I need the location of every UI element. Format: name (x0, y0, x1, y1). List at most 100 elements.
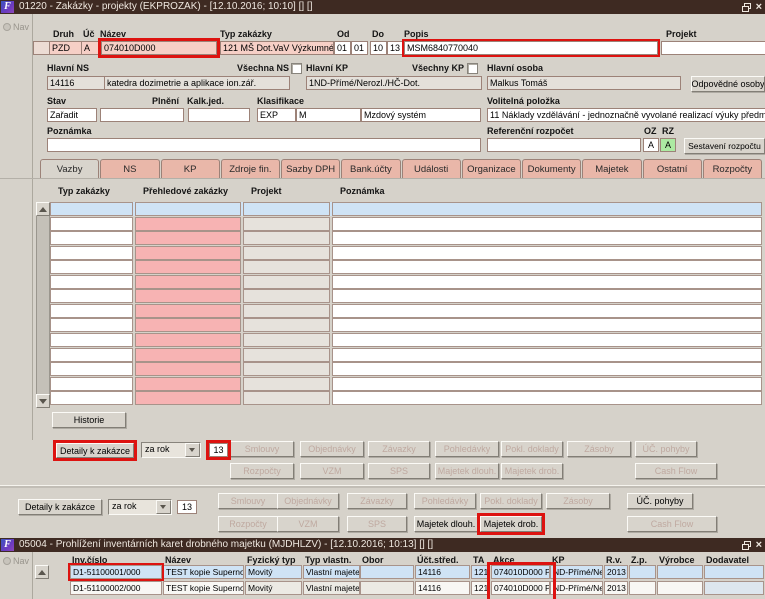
grid1-row-2-cell-1[interactable] (135, 231, 241, 245)
grid1-row-10-cell-1[interactable] (135, 348, 241, 362)
do-field-1[interactable]: 10 (370, 41, 387, 55)
grid1-row-7-cell-1[interactable] (135, 304, 241, 318)
grid1-row-10-cell-2[interactable] (243, 348, 330, 362)
uc-field[interactable]: A (81, 41, 99, 55)
klasifikace-code-field[interactable]: EXP (257, 108, 296, 122)
poznamka-field[interactable] (47, 138, 481, 152)
grid1-row-1-cell-1[interactable] (135, 217, 241, 231)
grid2-row-0-cell-8[interactable]: ND-Přímé/Ne (550, 565, 603, 579)
grid2-row-1-cell-6[interactable]: 121 (471, 581, 490, 595)
historie-button[interactable]: Historie (52, 412, 126, 428)
grid1-row-4-cell-1[interactable] (135, 260, 241, 274)
panel2-button-pohyby[interactable]: ÚČ. pohyby (627, 493, 693, 509)
nazev-field[interactable]: 074010D000 (101, 41, 217, 55)
rz-field[interactable]: A (660, 138, 676, 152)
restore-icon[interactable] (742, 3, 751, 12)
tab-organizace[interactable]: Organizace (462, 159, 521, 178)
grid1-row-8-cell-2[interactable] (243, 318, 330, 332)
grid2-row-0-cell-0[interactable]: D1-51100001/000 (70, 565, 162, 579)
grid1-row-3-cell-2[interactable] (243, 246, 330, 260)
panel2-button-majetek-drob[interactable]: Majetek drob. (480, 516, 542, 532)
close-icon[interactable]: × (756, 2, 762, 12)
tab-kp[interactable]: KP (161, 159, 220, 178)
hlavni-ns-code-field[interactable]: 14116 (47, 76, 105, 90)
grid2-row-1-cell-0[interactable]: D1-51100002/000 (70, 581, 162, 595)
tab-ud-losti[interactable]: Události (402, 159, 461, 178)
grid1-row-2-cell-3[interactable] (332, 231, 762, 245)
grid1-row-1-cell-2[interactable] (243, 217, 330, 231)
period-select-1[interactable]: za rok (141, 442, 201, 458)
do-field-2[interactable]: 13 (387, 41, 404, 55)
restore-icon[interactable] (742, 541, 751, 550)
grid2-row-1-cell-8[interactable]: ND-Přímé/Ne (550, 581, 603, 595)
grid2-row-1-cell-7[interactable]: 074010D000 P (491, 581, 550, 595)
vsechna-ns-checkbox[interactable] (291, 63, 302, 74)
grid2-row-1-cell-9[interactable]: 2013 (604, 581, 628, 595)
volitelna-polozka-field[interactable]: 11 Náklady vzdělávání - jednoznačně vyvo… (487, 108, 765, 122)
tab-sazby-dph[interactable]: Sazby DPH (281, 159, 340, 178)
detaily-k-zakazce-button-2[interactable]: Detaily k zakázce (18, 499, 102, 515)
tab-zdroje-fin[interactable]: Zdroje fin. (221, 159, 280, 178)
grid2-row-0-cell-6[interactable]: 121 (471, 565, 490, 579)
kalk-jed-field[interactable] (188, 108, 250, 122)
grid1-row-4-cell-3[interactable] (332, 260, 762, 274)
window1-nav[interactable]: Nav (3, 22, 29, 32)
tab-ns[interactable]: NS (100, 159, 159, 178)
grid1-row-11-cell-3[interactable] (332, 362, 762, 376)
grid1-row-10-cell-0[interactable] (50, 348, 133, 362)
grid2-row-1-cell-11[interactable] (657, 581, 703, 595)
panel2-button-majetek-dlouh[interactable]: Majetek dlouh. (414, 516, 478, 532)
hlavni-osoba-field[interactable]: Malkus Tomáš (487, 76, 681, 90)
grid1-row-6-cell-3[interactable] (332, 289, 762, 303)
grid2-row-1-cell-2[interactable]: Movitý (245, 581, 302, 595)
klasifikace-m-field[interactable]: M (296, 108, 361, 122)
grid1-row-0-cell-3[interactable] (332, 202, 762, 216)
grid1-row-8-cell-3[interactable] (332, 318, 762, 332)
od-field-1[interactable]: 01 (334, 41, 351, 55)
count-field-2[interactable]: 13 (177, 500, 197, 514)
grid1-row-12-cell-0[interactable] (50, 377, 133, 391)
grid1-row-11-cell-0[interactable] (50, 362, 133, 376)
grid2-row-1-cell-12[interactable] (704, 581, 764, 595)
grid2-scroll-up[interactable] (35, 565, 49, 579)
grid1-row-9-cell-3[interactable] (332, 333, 762, 347)
grid1-row-5-cell-0[interactable] (50, 275, 133, 289)
sestaveni-rozpoctu-button[interactable]: Sestavení rozpočtu (684, 138, 765, 154)
grid1-row-9-cell-0[interactable] (50, 333, 133, 347)
grid2-row-0-cell-11[interactable] (657, 565, 703, 579)
grid1-row-8-cell-0[interactable] (50, 318, 133, 332)
grid2-row-1-cell-5[interactable]: 14116 (415, 581, 470, 595)
grid1-row-13-cell-3[interactable] (332, 391, 762, 405)
grid1-row-10-cell-3[interactable] (332, 348, 762, 362)
grid1-row-5-cell-2[interactable] (243, 275, 330, 289)
tab-rozpo-ty[interactable]: Rozpočty (703, 159, 762, 178)
chevron-down-icon[interactable] (156, 500, 171, 514)
grid1-row-12-cell-3[interactable] (332, 377, 762, 391)
grid2-row-0-cell-9[interactable]: 2013 (604, 565, 628, 579)
grid1-row-1-cell-0[interactable] (50, 217, 133, 231)
window2-nav[interactable]: Nav (3, 556, 29, 566)
grid1-row-13-cell-0[interactable] (50, 391, 133, 405)
grid1-row-7-cell-2[interactable] (243, 304, 330, 318)
grid1-row-2-cell-2[interactable] (243, 231, 330, 245)
plneni-field[interactable] (100, 108, 184, 122)
vsechny-kp-checkbox[interactable] (467, 63, 478, 74)
grid1-row-12-cell-2[interactable] (243, 377, 330, 391)
od-field-2[interactable]: 01 (351, 41, 368, 55)
grid2-row-0-cell-3[interactable]: Vlastní majete (303, 565, 360, 579)
grid1-row-3-cell-0[interactable] (50, 246, 133, 260)
projekt-field[interactable] (661, 41, 765, 55)
grid1-row-0-cell-2[interactable] (243, 202, 330, 216)
referencni-rozpocet-field[interactable] (487, 138, 641, 152)
tab-majetek[interactable]: Majetek (582, 159, 641, 178)
grid1-scrollbar[interactable] (36, 202, 50, 408)
period-select-2[interactable]: za rok (108, 499, 172, 515)
grid1-row-3-cell-1[interactable] (135, 246, 241, 260)
stav-field[interactable]: Zařadit (47, 108, 97, 122)
grid1-row-7-cell-3[interactable] (332, 304, 762, 318)
grid1-row-6-cell-2[interactable] (243, 289, 330, 303)
grid1-row-1-cell-3[interactable] (332, 217, 762, 231)
grid1-row-4-cell-0[interactable] (50, 260, 133, 274)
grid1-row-3-cell-3[interactable] (332, 246, 762, 260)
typ-zakazky-field[interactable]: 121 MŠ Dot.VaV Výzkumné (220, 41, 334, 55)
